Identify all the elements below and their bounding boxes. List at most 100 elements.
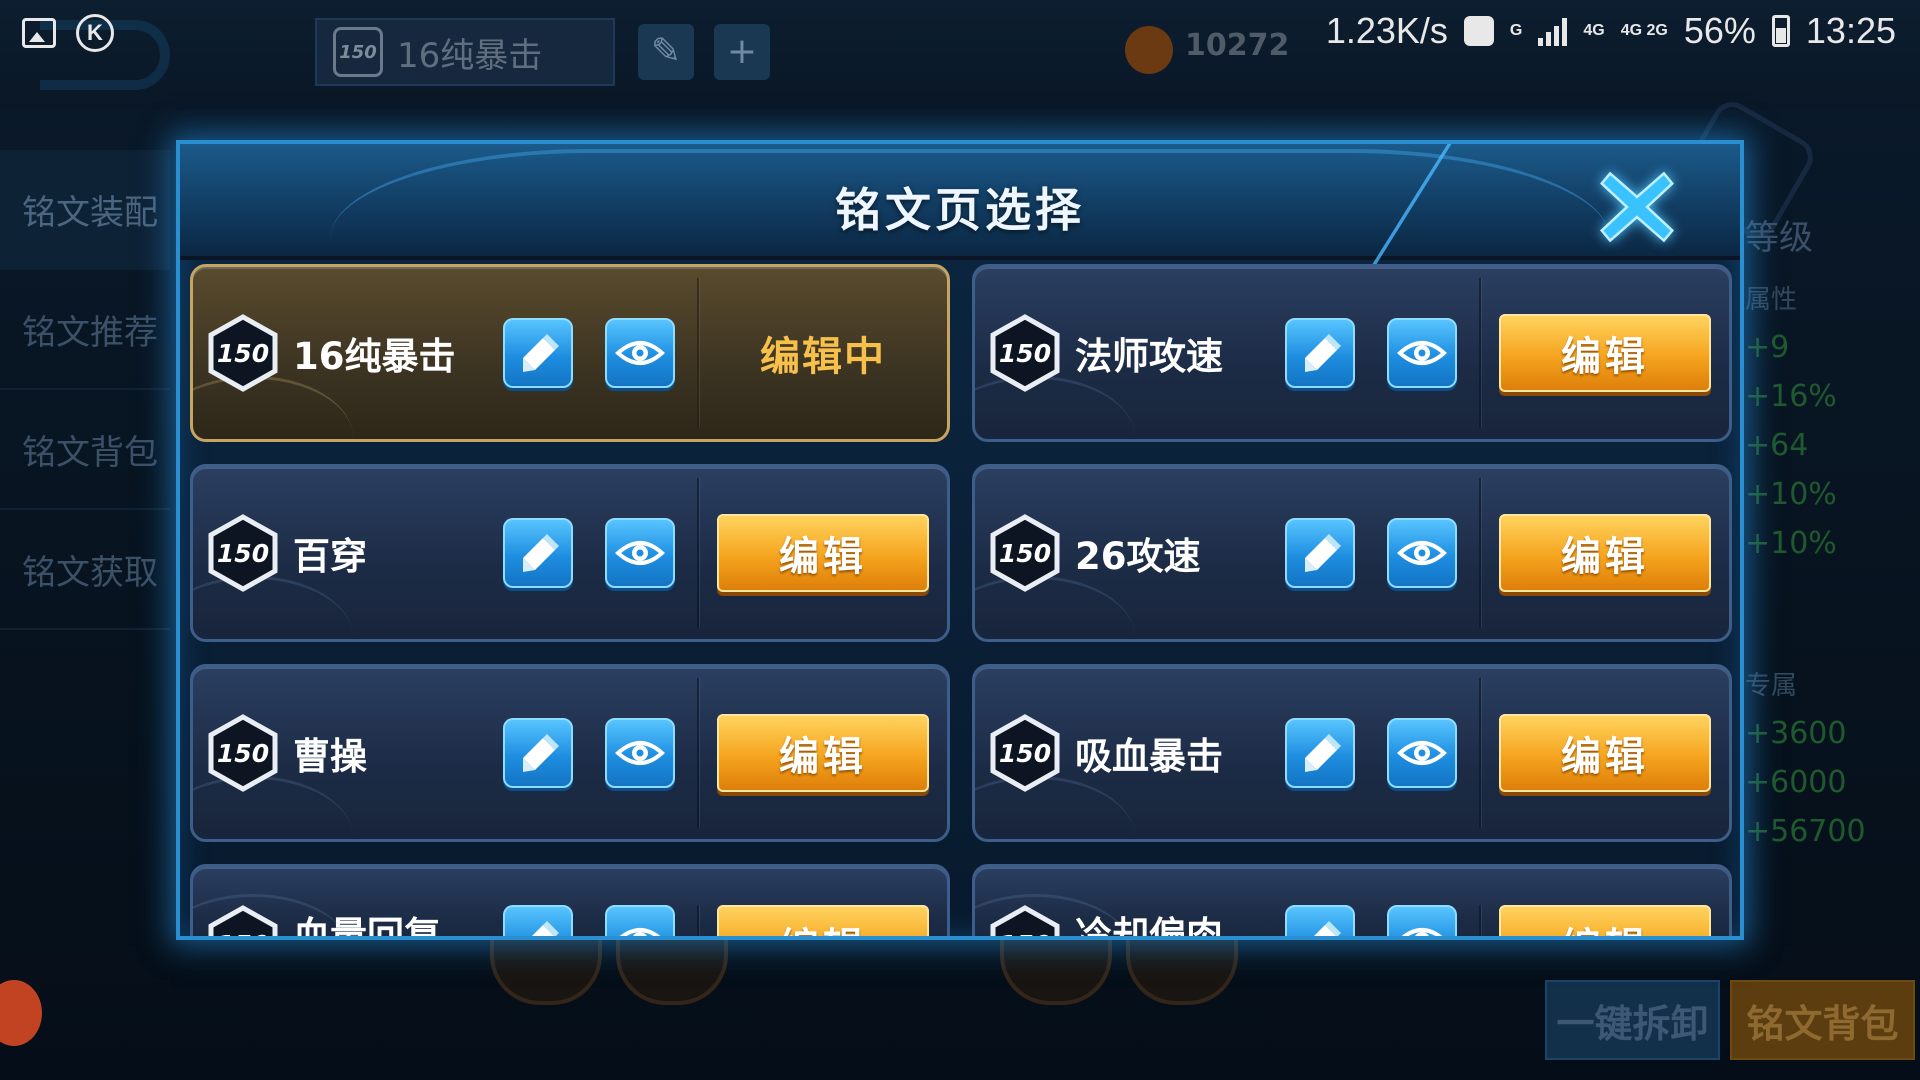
rename-button[interactable] (1285, 718, 1355, 788)
attr-value: +10% (1745, 526, 1837, 561)
exclusive-value: +6000 (1745, 765, 1847, 800)
edit-button[interactable]: 编辑 (1499, 714, 1711, 792)
level-badge-icon: 150 (989, 714, 1061, 792)
edit-button[interactable]: 编辑 (1499, 905, 1711, 936)
preview-button[interactable] (605, 318, 675, 388)
pencil-icon (532, 921, 559, 936)
edit-button[interactable]: 编辑 (1499, 314, 1711, 392)
network-type-g: G (1509, 22, 1523, 39)
page-name: 百穿 (293, 535, 367, 578)
eye-icon (615, 541, 665, 565)
inscription-slot-icon[interactable] (490, 935, 602, 1005)
attr-value: +16% (1745, 379, 1837, 414)
rename-button[interactable] (503, 905, 573, 936)
svg-text:150: 150 (217, 339, 269, 368)
divider (697, 478, 699, 628)
rename-button[interactable] (503, 518, 573, 588)
network-type-4g2g: 4G 2G (1620, 22, 1668, 39)
page-card[interactable]: 150 26攻速 编辑 (972, 464, 1732, 642)
pencil-icon (1305, 734, 1341, 772)
edit-button[interactable]: 编辑 (717, 905, 929, 936)
exclusive-label: 专属 (1745, 671, 1798, 701)
close-button[interactable] (1592, 162, 1682, 252)
preview-button[interactable] (605, 905, 675, 936)
page-name: 血量回复 (293, 914, 441, 940)
preview-button[interactable] (605, 718, 675, 788)
level-badge-icon: 150 (207, 514, 279, 592)
preview-button[interactable] (1387, 518, 1457, 588)
level-badge-icon: 150 (989, 314, 1061, 392)
page-name: 16纯暴击 (293, 335, 456, 378)
dialog-header: 铭文页选择 (180, 144, 1740, 304)
battery-icon (1771, 15, 1790, 47)
svg-text:150: 150 (999, 339, 1051, 368)
page-card[interactable]: 150 冷却偏肉 编辑 (972, 864, 1732, 940)
divider (697, 905, 699, 936)
sidebar-item-equip[interactable]: 铭文装配 (0, 150, 170, 270)
sidebar-item-recommend[interactable]: 铭文推荐 (0, 270, 170, 390)
edit-button[interactable]: 编辑 (1499, 514, 1711, 592)
page-card[interactable]: 150 吸血暴击 编辑 (972, 664, 1732, 842)
level-label: 等级 (1745, 218, 1813, 258)
divider (1479, 905, 1481, 936)
k-app-icon: K (76, 14, 114, 52)
svg-text:150: 150 (999, 539, 1051, 568)
attribute-panel: 等级 属性 +9 +16% +64 +10% +10% 专属 +3600 +60… (1745, 210, 1920, 863)
svg-text:150: 150 (217, 539, 269, 568)
svg-text:150: 150 (217, 739, 269, 768)
svg-text:150: 150 (999, 739, 1051, 768)
page-name: 冷却偏肉 (1075, 914, 1223, 940)
call-icon (1463, 16, 1494, 46)
edit-button[interactable]: 编辑 (717, 714, 929, 792)
page-card[interactable]: 150 百穿 编辑 (190, 464, 950, 642)
sidebar-item-bag[interactable]: 铭文背包 (0, 390, 170, 510)
preview-button[interactable] (1387, 905, 1457, 936)
divider (1479, 278, 1481, 428)
page-list: 150 16纯暴击 编辑中 150 法师攻速 编辑 150 百穿 编辑 150 … (190, 264, 1732, 940)
pencil-icon (1305, 534, 1341, 572)
divider (1479, 678, 1481, 828)
inscription-slot-icon[interactable] (1126, 935, 1238, 1005)
sidebar: 铭文装配 铭文推荐 铭文背包 铭文获取 (0, 150, 170, 630)
eye-icon (1397, 741, 1447, 765)
attr-value: +10% (1745, 477, 1837, 512)
page-name: 曹操 (293, 735, 367, 778)
gallery-icon (22, 18, 56, 48)
rename-button[interactable] (1285, 318, 1355, 388)
page-card[interactable]: 150 16纯暴击 编辑中 (190, 264, 950, 442)
rename-button[interactable] (1285, 905, 1355, 936)
rename-button[interactable] (1285, 518, 1355, 588)
sidebar-item-obtain[interactable]: 铭文获取 (0, 510, 170, 630)
inscription-slot-icon[interactable] (1000, 935, 1112, 1005)
exclusive-value: +3600 (1745, 716, 1847, 751)
eye-icon (619, 928, 661, 936)
rename-button[interactable] (503, 318, 573, 388)
attr-label: 属性 (1745, 285, 1798, 315)
status-bar: K 1.23K/s G 4G 4G 2G 56% 13:25 (0, 0, 1920, 64)
level-badge-icon: 150 (207, 714, 279, 792)
exclusive-value: +56700 (1745, 814, 1866, 849)
page-card[interactable]: 150 法师攻速 编辑 (972, 264, 1732, 442)
page-card[interactable]: 150 血量回复 编辑 (190, 864, 950, 940)
page-select-dialog: 铭文页选择 150 16纯暴击 编辑中 150 法师攻速 编辑 150 百穿 编… (176, 140, 1744, 940)
level-badge-icon: 150 (989, 514, 1061, 592)
inscription-bag-button[interactable]: 铭文背包 (1730, 980, 1915, 1060)
inscription-slots-right (1000, 935, 1238, 1005)
pencil-icon (523, 734, 559, 772)
eye-icon (615, 741, 665, 765)
unload-all-button[interactable]: 一键拆卸 (1545, 980, 1720, 1060)
network-type-4g: 4G (1583, 22, 1605, 39)
preview-button[interactable] (1387, 718, 1457, 788)
page-name: 法师攻速 (1075, 335, 1223, 378)
page-card[interactable]: 150 曹操 编辑 (190, 664, 950, 842)
preview-button[interactable] (1387, 318, 1457, 388)
dialog-title: 铭文页选择 (835, 183, 1085, 237)
pencil-icon (523, 334, 559, 372)
preview-button[interactable] (605, 518, 675, 588)
inscription-slot-icon[interactable] (616, 935, 728, 1005)
edit-button[interactable]: 编辑 (717, 514, 929, 592)
inscription-slots-left (490, 935, 728, 1005)
pencil-icon (1305, 334, 1341, 372)
attr-value: +64 (1745, 428, 1809, 463)
rename-button[interactable] (503, 718, 573, 788)
